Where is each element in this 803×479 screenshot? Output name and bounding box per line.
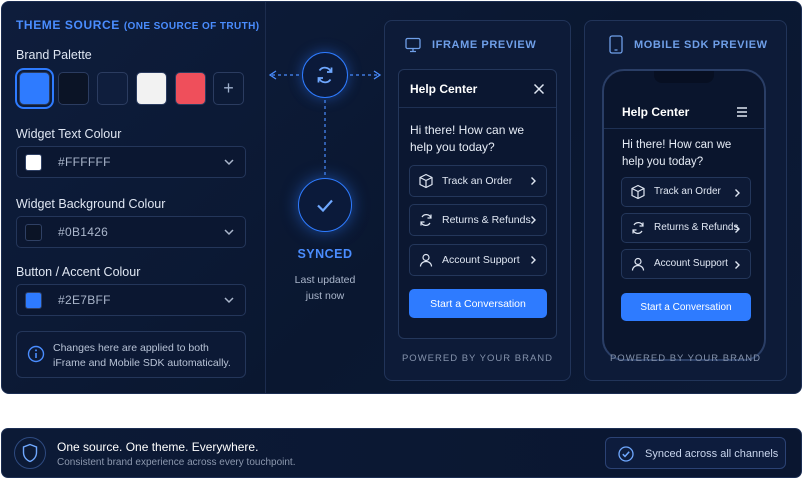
sync-status: SYNCED <box>297 247 353 261</box>
chevron-right-icon <box>531 256 536 264</box>
option-track-order[interactable]: Track an Order <box>621 177 751 207</box>
start-conversation-button[interactable]: Start a Conversation <box>621 293 751 321</box>
text-colour-label: Widget Text Colour <box>16 127 122 141</box>
refresh-icon <box>420 214 432 226</box>
phone-icon <box>609 35 623 54</box>
user-icon <box>631 257 645 271</box>
mobile-preview-panel: MOBILE SDK PREVIEW Help Center Hi there!… <box>584 20 787 381</box>
greeting-line-1: Hi there! How can we <box>622 139 732 151</box>
mobile-preview-title: MOBILE SDK PREVIEW <box>634 39 768 51</box>
greeting-line-1: Hi there! How can we <box>410 123 525 137</box>
sync-connectors <box>268 70 382 177</box>
sync-column: SYNCED Last updated just now <box>266 2 384 393</box>
option-account-support[interactable]: Account Support <box>409 244 547 276</box>
info-text: Changes here are applied to both iFrame … <box>53 342 231 369</box>
user-icon <box>419 253 433 267</box>
check-icon <box>317 199 333 213</box>
palette-swatch-red[interactable] <box>175 72 206 105</box>
last-updated-time: just now <box>305 290 345 302</box>
footer-subline: Consistent brand experience across every… <box>57 457 296 468</box>
iframe-preview-panel: IFRAME PREVIEW Help Center Hi there! How… <box>384 20 571 381</box>
greeting-line-2: help you today? <box>622 156 704 168</box>
widget-header: Help Center <box>604 95 764 129</box>
start-conversation-button[interactable]: Start a Conversation <box>409 289 547 318</box>
chevron-down-icon <box>224 229 234 236</box>
synced-channels-badge[interactable]: Synced across all channels <box>605 437 786 469</box>
option-label: Track an Order <box>442 175 513 187</box>
option-track-order[interactable]: Track an Order <box>409 165 547 197</box>
palette-swatch-white[interactable] <box>136 72 167 105</box>
refresh-icon <box>317 66 333 84</box>
widget-greeting: Hi there! How can we help you today? <box>410 122 524 156</box>
bg-colour-label: Widget Background Colour <box>16 197 166 211</box>
refresh-icon <box>632 222 644 234</box>
last-updated: Last updated just now <box>266 272 384 304</box>
text-colour-select[interactable]: #FFFFFF <box>16 146 246 178</box>
palette-swatch-navy[interactable] <box>97 72 128 105</box>
accent-colour-value: #2E7BFF <box>58 293 111 307</box>
chevron-right-icon <box>531 177 536 185</box>
synced-indicator <box>298 178 352 232</box>
section-subtitle: (ONE SOURCE OF TRUTH) <box>123 21 260 32</box>
plus-icon: + <box>223 78 234 98</box>
text-colour-chip <box>25 153 42 171</box>
page: THEME SOURCE (ONE SOURCE OF TRUTH) Brand… <box>0 0 803 479</box>
sync-button[interactable] <box>302 52 348 98</box>
option-label: Returns & Refunds <box>654 222 739 233</box>
bg-colour-value: #0B1426 <box>58 225 109 239</box>
option-returns-refunds[interactable]: Returns & Refunds <box>409 204 547 236</box>
phone-frame: Help Center Hi there! How can we help yo… <box>602 69 766 361</box>
text-colour-value: #FFFFFF <box>58 155 111 169</box>
option-label: Returns & Refunds <box>442 214 531 226</box>
chevron-right-icon <box>735 225 740 233</box>
widget-greeting: Hi there! How can we help you today? <box>622 137 731 171</box>
option-label: Track an Order <box>654 186 721 197</box>
synced-channels-label: Synced across all channels <box>645 448 779 460</box>
iframe-preview-title: IFRAME PREVIEW <box>432 39 537 51</box>
accent-colour-chip <box>25 291 42 309</box>
monitor-icon <box>405 37 421 53</box>
option-label: Account Support <box>654 258 728 269</box>
add-swatch-button[interactable]: + <box>213 72 244 105</box>
widget-header: Help Center <box>399 70 556 108</box>
widget-title: Help Center <box>410 82 478 96</box>
powered-by-text: POWERED BY YOUR BRAND <box>609 353 762 364</box>
shield-icon <box>22 443 38 463</box>
option-returns-refunds[interactable]: Returns & Refunds <box>621 213 751 243</box>
bg-colour-chip <box>25 223 42 241</box>
footer-banner: One source. One theme. Everywhere. Consi… <box>1 428 802 478</box>
check-circle-icon <box>618 446 634 462</box>
close-icon[interactable] <box>533 83 545 95</box>
theme-sync-panel: THEME SOURCE (ONE SOURCE OF TRUTH) Brand… <box>1 1 802 394</box>
info-note: Changes here are applied to both iFrame … <box>16 331 246 378</box>
brand-palette-label: Brand Palette <box>16 48 92 62</box>
widget-title: Help Center <box>622 105 690 119</box>
shield-badge <box>14 437 46 469</box>
accent-colour-label: Button / Accent Colour <box>16 265 141 279</box>
phone-notch <box>654 71 714 83</box>
powered-by-text: POWERED BY YOUR BRAND <box>401 353 554 364</box>
theme-source-panel: THEME SOURCE (ONE SOURCE OF TRUTH) Brand… <box>2 2 266 393</box>
bg-colour-select[interactable]: #0B1426 <box>16 216 246 248</box>
palette-swatch-dark-navy[interactable] <box>58 72 89 105</box>
chevron-right-icon <box>735 261 740 269</box>
option-account-support[interactable]: Account Support <box>621 249 751 279</box>
menu-icon[interactable] <box>736 107 748 117</box>
footer-headline: One source. One theme. Everywhere. <box>57 440 259 454</box>
option-label: Account Support <box>442 254 520 266</box>
accent-colour-select[interactable]: #2E7BFF <box>16 284 246 316</box>
chevron-right-icon <box>735 189 740 197</box>
chevron-down-icon <box>224 159 234 166</box>
palette-swatch-blue[interactable] <box>15 68 54 109</box>
section-title-text: THEME SOURCE <box>16 18 120 32</box>
section-title: THEME SOURCE (ONE SOURCE OF TRUTH) <box>16 18 259 32</box>
chevron-right-icon <box>531 216 536 224</box>
greeting-line-2: help you today? <box>410 140 495 154</box>
chevron-down-icon <box>224 297 234 304</box>
info-icon <box>27 345 45 363</box>
last-updated-label: Last updated <box>294 274 356 286</box>
box-icon <box>419 173 433 189</box>
box-icon <box>631 184 645 200</box>
iframe-widget: Help Center Hi there! How can we help yo… <box>398 69 557 339</box>
